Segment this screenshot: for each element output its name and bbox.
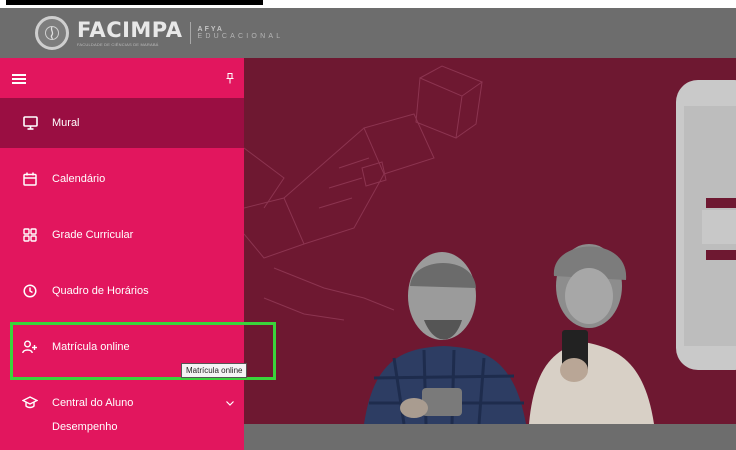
graduation-cap-icon bbox=[22, 395, 38, 411]
brand-logo: FACIMPA FACULDADE DE CIÊNCIAS DE MARABÁ bbox=[77, 17, 183, 47]
partner-logo: AFYA EDUCACIONAL bbox=[198, 26, 284, 40]
bottom-gray-strip bbox=[244, 424, 736, 450]
top-header: FACIMPA FACULDADE DE CIÊNCIAS DE MARABÁ … bbox=[0, 8, 736, 58]
brand-subtitle: FACULDADE DE CIÊNCIAS DE MARABÁ bbox=[77, 41, 159, 47]
sidebar-item-mural[interactable]: Mural bbox=[0, 98, 244, 148]
pin-icon[interactable] bbox=[226, 71, 234, 89]
sidebar-item-label: Quadro de Horários bbox=[52, 285, 149, 297]
calendar-icon bbox=[22, 171, 38, 187]
sidebar-item-label: Central do Aluno bbox=[52, 397, 134, 409]
banner-illustration bbox=[244, 58, 736, 424]
sidebar-top-bar bbox=[0, 58, 244, 98]
top-black-bar bbox=[6, 0, 263, 5]
clock-icon bbox=[22, 283, 38, 299]
chevron-down-icon[interactable] bbox=[226, 398, 234, 408]
partner-name: AFYA bbox=[197, 26, 224, 33]
hamburger-menu-icon[interactable] bbox=[12, 74, 26, 84]
monitor-icon bbox=[22, 115, 38, 131]
sidebar: Mural Calendário Grade Curricular Quadro… bbox=[0, 58, 244, 450]
grid-icon bbox=[22, 227, 38, 243]
partner-subtitle: EDUCACIONAL bbox=[197, 33, 284, 40]
sidebar-item-quadro-de-horarios[interactable]: Quadro de Horários bbox=[0, 263, 244, 319]
facimpa-seal-logo bbox=[35, 16, 69, 50]
sidebar-item-label: Mural bbox=[52, 117, 80, 129]
sidebar-item-label: Grade Curricular bbox=[52, 229, 134, 241]
sidebar-item-label: Calendário bbox=[52, 173, 106, 185]
tooltip: Matrícula online bbox=[181, 363, 248, 378]
sidebar-item-central-do-aluno[interactable]: Central do Aluno bbox=[0, 375, 244, 431]
main-banner bbox=[244, 58, 736, 424]
brand-name: FACIMPA bbox=[77, 17, 183, 42]
sidebar-item-calendario[interactable]: Calendário bbox=[0, 151, 244, 207]
logo-divider bbox=[189, 22, 191, 44]
sidebar-item-grade-curricular[interactable]: Grade Curricular bbox=[0, 207, 244, 263]
